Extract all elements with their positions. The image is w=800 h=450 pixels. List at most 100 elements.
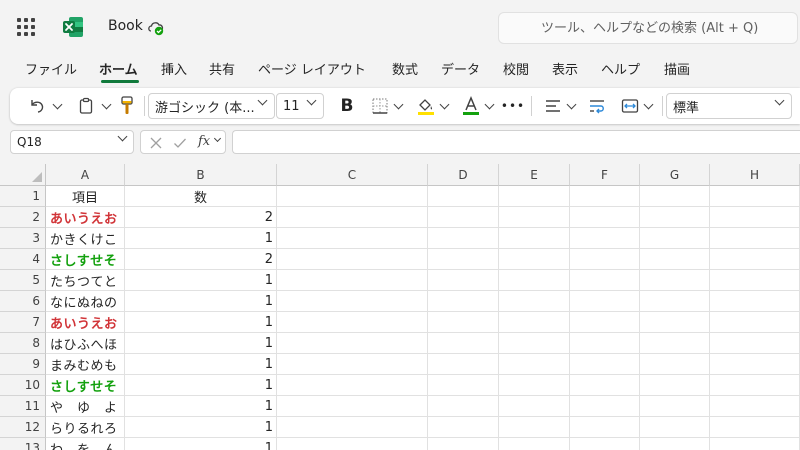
cell-e3[interactable] xyxy=(499,228,570,249)
bold-button[interactable]: B xyxy=(335,88,359,124)
cell-h7[interactable] xyxy=(710,312,800,333)
cell-d7[interactable] xyxy=(428,312,499,333)
cell-a12[interactable]: らりるれろ xyxy=(46,417,125,438)
cell-e8[interactable] xyxy=(499,333,570,354)
cell-e10[interactable] xyxy=(499,375,570,396)
more-options-button[interactable]: ••• xyxy=(500,88,526,124)
format-painter-button[interactable] xyxy=(116,88,138,124)
cell-e13[interactable] xyxy=(499,438,570,450)
cell-c12[interactable] xyxy=(277,417,428,438)
cell-h9[interactable] xyxy=(710,354,800,375)
cell-h10[interactable] xyxy=(710,375,800,396)
cell-h2[interactable] xyxy=(710,207,800,228)
document-title[interactable]: Book xyxy=(108,18,143,34)
cell-e6[interactable] xyxy=(499,291,570,312)
cell-g5[interactable] xyxy=(640,270,710,291)
cell-g11[interactable] xyxy=(640,396,710,417)
cell-e4[interactable] xyxy=(499,249,570,270)
cell-h1[interactable] xyxy=(710,186,800,207)
cell-h11[interactable] xyxy=(710,396,800,417)
cell-c3[interactable] xyxy=(277,228,428,249)
cell-a4[interactable]: さしすせそ xyxy=(46,249,125,270)
cell-f13[interactable] xyxy=(570,438,640,450)
cell-f5[interactable] xyxy=(570,270,640,291)
insert-function-button[interactable]: fx xyxy=(198,134,210,149)
cell-g13[interactable] xyxy=(640,438,710,450)
tab-insert[interactable]: 挿入 xyxy=(161,59,187,78)
cell-g4[interactable] xyxy=(640,249,710,270)
cell-g8[interactable] xyxy=(640,333,710,354)
cell-b5[interactable]: 1 xyxy=(125,270,277,291)
cell-g9[interactable] xyxy=(640,354,710,375)
cell-b7[interactable]: 1 xyxy=(125,312,277,333)
cell-a8[interactable]: はひふへほ xyxy=(46,333,125,354)
cell-g10[interactable] xyxy=(640,375,710,396)
cell-b3[interactable]: 1 xyxy=(125,228,277,249)
row-header[interactable]: 9 xyxy=(0,354,46,375)
column-header-e[interactable]: E xyxy=(499,164,570,186)
cell-e2[interactable] xyxy=(499,207,570,228)
row-header[interactable]: 5 xyxy=(0,270,46,291)
cell-d6[interactable] xyxy=(428,291,499,312)
column-header-g[interactable]: G xyxy=(640,164,710,186)
cell-a3[interactable]: かきくけこ xyxy=(46,228,125,249)
search-input[interactable] xyxy=(499,13,797,43)
cell-e12[interactable] xyxy=(499,417,570,438)
column-header-h[interactable]: H xyxy=(710,164,800,186)
column-header-a[interactable]: A xyxy=(46,164,125,186)
cell-f8[interactable] xyxy=(570,333,640,354)
row-header[interactable]: 12 xyxy=(0,417,46,438)
cell-h12[interactable] xyxy=(710,417,800,438)
row-header[interactable]: 8 xyxy=(0,333,46,354)
cell-b13[interactable]: 1 xyxy=(125,438,277,450)
tab-page-layout[interactable]: ページ レイアウト xyxy=(258,59,366,78)
cell-e9[interactable] xyxy=(499,354,570,375)
cell-b9[interactable]: 1 xyxy=(125,354,277,375)
tab-data[interactable]: データ xyxy=(441,59,480,78)
cell-b12[interactable]: 1 xyxy=(125,417,277,438)
cell-f4[interactable] xyxy=(570,249,640,270)
cell-c2[interactable] xyxy=(277,207,428,228)
check-icon[interactable] xyxy=(173,136,187,150)
cell-f10[interactable] xyxy=(570,375,640,396)
cell-c6[interactable] xyxy=(277,291,428,312)
cell-f9[interactable] xyxy=(570,354,640,375)
cell-d13[interactable] xyxy=(428,438,499,450)
undo-button[interactable] xyxy=(22,88,66,124)
borders-button[interactable] xyxy=(365,88,407,124)
formula-input[interactable] xyxy=(233,131,800,153)
formula-input-box[interactable] xyxy=(232,130,800,154)
cell-b11[interactable]: 1 xyxy=(125,396,277,417)
cell-g3[interactable] xyxy=(640,228,710,249)
cell-d4[interactable] xyxy=(428,249,499,270)
cell-a7[interactable]: あいうえお xyxy=(46,312,125,333)
cell-d12[interactable] xyxy=(428,417,499,438)
cell-c9[interactable] xyxy=(277,354,428,375)
row-header[interactable]: 7 xyxy=(0,312,46,333)
cell-g2[interactable] xyxy=(640,207,710,228)
cell-b8[interactable]: 1 xyxy=(125,333,277,354)
cell-h8[interactable] xyxy=(710,333,800,354)
cell-a9[interactable]: まみむめも xyxy=(46,354,125,375)
cell-c11[interactable] xyxy=(277,396,428,417)
cell-f2[interactable] xyxy=(570,207,640,228)
cell-a1[interactable]: 項目 xyxy=(46,186,125,207)
tab-review[interactable]: 校閲 xyxy=(503,59,529,78)
row-header[interactable]: 10 xyxy=(0,375,46,396)
cell-c7[interactable] xyxy=(277,312,428,333)
cell-d10[interactable] xyxy=(428,375,499,396)
cell-f3[interactable] xyxy=(570,228,640,249)
column-header-b[interactable]: B xyxy=(125,164,277,186)
row-header[interactable]: 3 xyxy=(0,228,46,249)
cell-c10[interactable] xyxy=(277,375,428,396)
cell-g7[interactable] xyxy=(640,312,710,333)
paste-button[interactable] xyxy=(70,88,116,124)
number-format-dropdown[interactable]: 標準 xyxy=(666,93,792,119)
tab-draw[interactable]: 描画 xyxy=(664,59,690,78)
search-box[interactable] xyxy=(498,12,798,44)
fill-color-button[interactable] xyxy=(411,88,453,124)
align-button[interactable] xyxy=(538,88,580,124)
merge-center-button[interactable] xyxy=(614,88,658,124)
cell-c8[interactable] xyxy=(277,333,428,354)
row-header[interactable]: 4 xyxy=(0,249,46,270)
